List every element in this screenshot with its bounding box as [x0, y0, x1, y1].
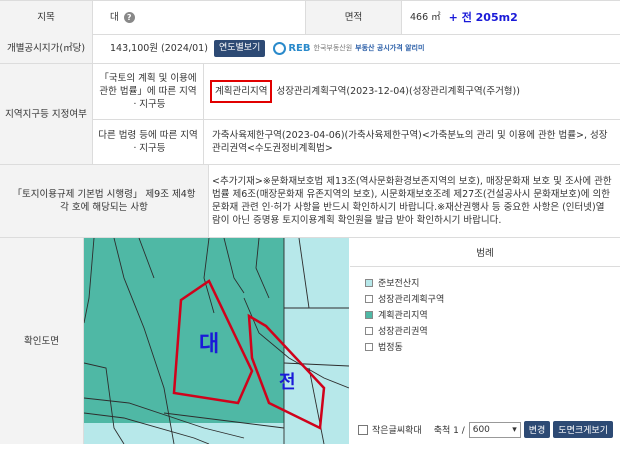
zoning-sub1: 「국토의 계획 및 이용에 관한 법률」에 따른 지역ㆍ지구등 계획관리지역 성…: [93, 64, 620, 120]
reb-org-name: 한국부동산원: [313, 44, 353, 52]
chevron-down-icon: ▾: [512, 424, 517, 435]
map-label: 확인도면: [0, 238, 84, 444]
scale-value: 600: [472, 424, 490, 435]
row-official-price: 개별공시지가(㎡당) 143,100원 (2024/01) 연도별보기 REB …: [0, 34, 620, 64]
forest-zone: [84, 423, 349, 444]
row-regulation: 「토지이용규제 기본법 시행령」 제9조 제4항 각 호에 해당되는 사항 <추…: [0, 165, 620, 238]
legend-item-label: 계획관리지역: [378, 311, 428, 321]
row-land-category: 지목 대 ? 면적 466 ㎡ + 전 205m2: [0, 0, 620, 35]
land-category-cell: 대 ?: [102, 1, 332, 34]
reb-link[interactable]: 부동산 공시가격 알리미: [355, 42, 424, 55]
legend-item-label: 성장관리권역: [378, 327, 428, 337]
zoning-sub2: 다른 법령 등에 따른 지역ㆍ지구등 가축사육제한구역(2023-04-06)(…: [93, 120, 620, 164]
legend-panel: 범례 준보전산지 성장관리계획구역 계획관리지역 성장관리권역 법정동 작은글씨…: [350, 238, 620, 444]
map-label-dae: 대: [199, 332, 220, 357]
legend-swatch: [365, 310, 373, 319]
land-category-value: 대: [110, 12, 119, 23]
legend-item-label: 성장관리계획구역: [378, 295, 445, 305]
land-category-label: 지목: [0, 1, 93, 34]
legend-list: 준보전산지 성장관리계획구역 계획관리지역 성장관리권역 법정동: [350, 267, 620, 362]
reb-logo[interactable]: REB 한국부동산원 부동산 공시가격 알리미: [273, 42, 424, 55]
legend-item: 법정동: [365, 340, 605, 353]
map-area[interactable]: 대 전: [84, 238, 349, 444]
area-label: 면적: [305, 1, 402, 34]
legend-item: 성장관리계획구역: [365, 292, 605, 305]
legend-swatch: [365, 294, 373, 303]
yearly-view-button[interactable]: 연도별보기: [213, 40, 266, 57]
zoning-sub1-value: 성장관리계획구역(2023-12-04)(성장관리계획구역(주거형)): [276, 86, 520, 97]
planned-management-area-highlight[interactable]: 계획관리지역: [210, 80, 273, 103]
legend-item-label: 준보전산지: [378, 279, 420, 289]
parcel-line: [203, 238, 215, 314]
zoning-sub2-cell: 가축사육제한구역(2023-04-06)(가축사육제한구역)<가축분뇨의 관리 …: [212, 120, 612, 164]
parcel-line: [84, 238, 95, 324]
regulation-value: <추가기재>※문화재보호법 제13조(역사문화환경보존지역의 보호), 매장문화…: [212, 176, 612, 226]
legend-item-label: 법정동: [378, 343, 403, 353]
area-cell: 466 ㎡ + 전 205m2: [410, 1, 620, 34]
reb-logo-icon: [273, 42, 287, 55]
map-label-jeon: 전: [279, 372, 296, 393]
row-zoning: 지역지구등 지정여부 「국토의 계획 및 이용에 관한 법률」에 따른 지역ㆍ지…: [0, 64, 620, 165]
zoom-checkbox-label: 작은글씨확대: [372, 426, 422, 436]
parcel-line: [138, 238, 155, 279]
forest-zone: [284, 238, 349, 444]
legend-item: 준보전산지: [365, 276, 605, 289]
area-annotation: + 전 205m2: [448, 11, 518, 24]
parcel-line: [223, 238, 245, 294]
zoom-checkbox[interactable]: [358, 424, 368, 435]
legend-swatch: [365, 342, 373, 351]
row-map: 확인도면 대 전 범례 준보전산지 성장관리계획구역 계획관리지역 성장관리권역…: [0, 238, 620, 444]
scale-label: 축척 1 /: [433, 426, 465, 436]
legend-item: 성장관리권역: [365, 324, 605, 337]
legend-swatch: [365, 326, 373, 335]
regulation-label: 「토지이용규제 기본법 시행령」 제9조 제4항 각 호에 해당되는 사항: [0, 165, 209, 237]
reb-logo-text: REB: [288, 43, 311, 54]
regulation-cell: <추가기재>※문화재보호법 제13조(역사문화환경보존지역의 보호), 매장문화…: [212, 165, 612, 237]
map-controls: 작은글씨확대 축척 1 / 600 ▾ 변경 도면크게보기: [358, 421, 613, 438]
legend-title: 범례: [350, 238, 620, 267]
legend-item: 계획관리지역: [365, 308, 605, 321]
land-use-table: 지목 대 ? 면적 466 ㎡ + 전 205m2 개별공시지가(㎡당) 143…: [0, 0, 620, 458]
area-value: 466 ㎡: [410, 12, 441, 23]
official-price-value: 143,100원 (2024/01): [110, 43, 208, 54]
zoning-sub1-label: 「국토의 계획 및 이용에 관한 법률」에 따른 지역ㆍ지구등: [93, 64, 204, 119]
official-price-cell: 143,100원 (2024/01) 연도별보기 REB 한국부동산원 부동산 …: [102, 34, 612, 63]
zoning-label: 지역지구등 지정여부: [0, 64, 93, 164]
change-scale-button[interactable]: 변경: [523, 421, 551, 438]
zoning-sub2-value: 가축사육제한구역(2023-04-06)(가축사육제한구역)<가축분뇨의 관리 …: [212, 130, 608, 154]
legend-swatch: [365, 278, 373, 287]
official-price-label: 개별공시지가(㎡당): [0, 34, 93, 63]
parcel-line: [255, 238, 270, 299]
zoning-sub1-cell: 계획관리지역 성장관리계획구역(2023-12-04)(성장관리계획구역(주거형…: [210, 64, 615, 119]
zoning-sub2-label: 다른 법령 등에 따른 지역ㆍ지구등: [93, 120, 204, 164]
view-large-map-button[interactable]: 도면크게보기: [553, 421, 613, 438]
help-icon[interactable]: ?: [123, 12, 135, 23]
scale-select[interactable]: 600 ▾: [468, 421, 521, 438]
